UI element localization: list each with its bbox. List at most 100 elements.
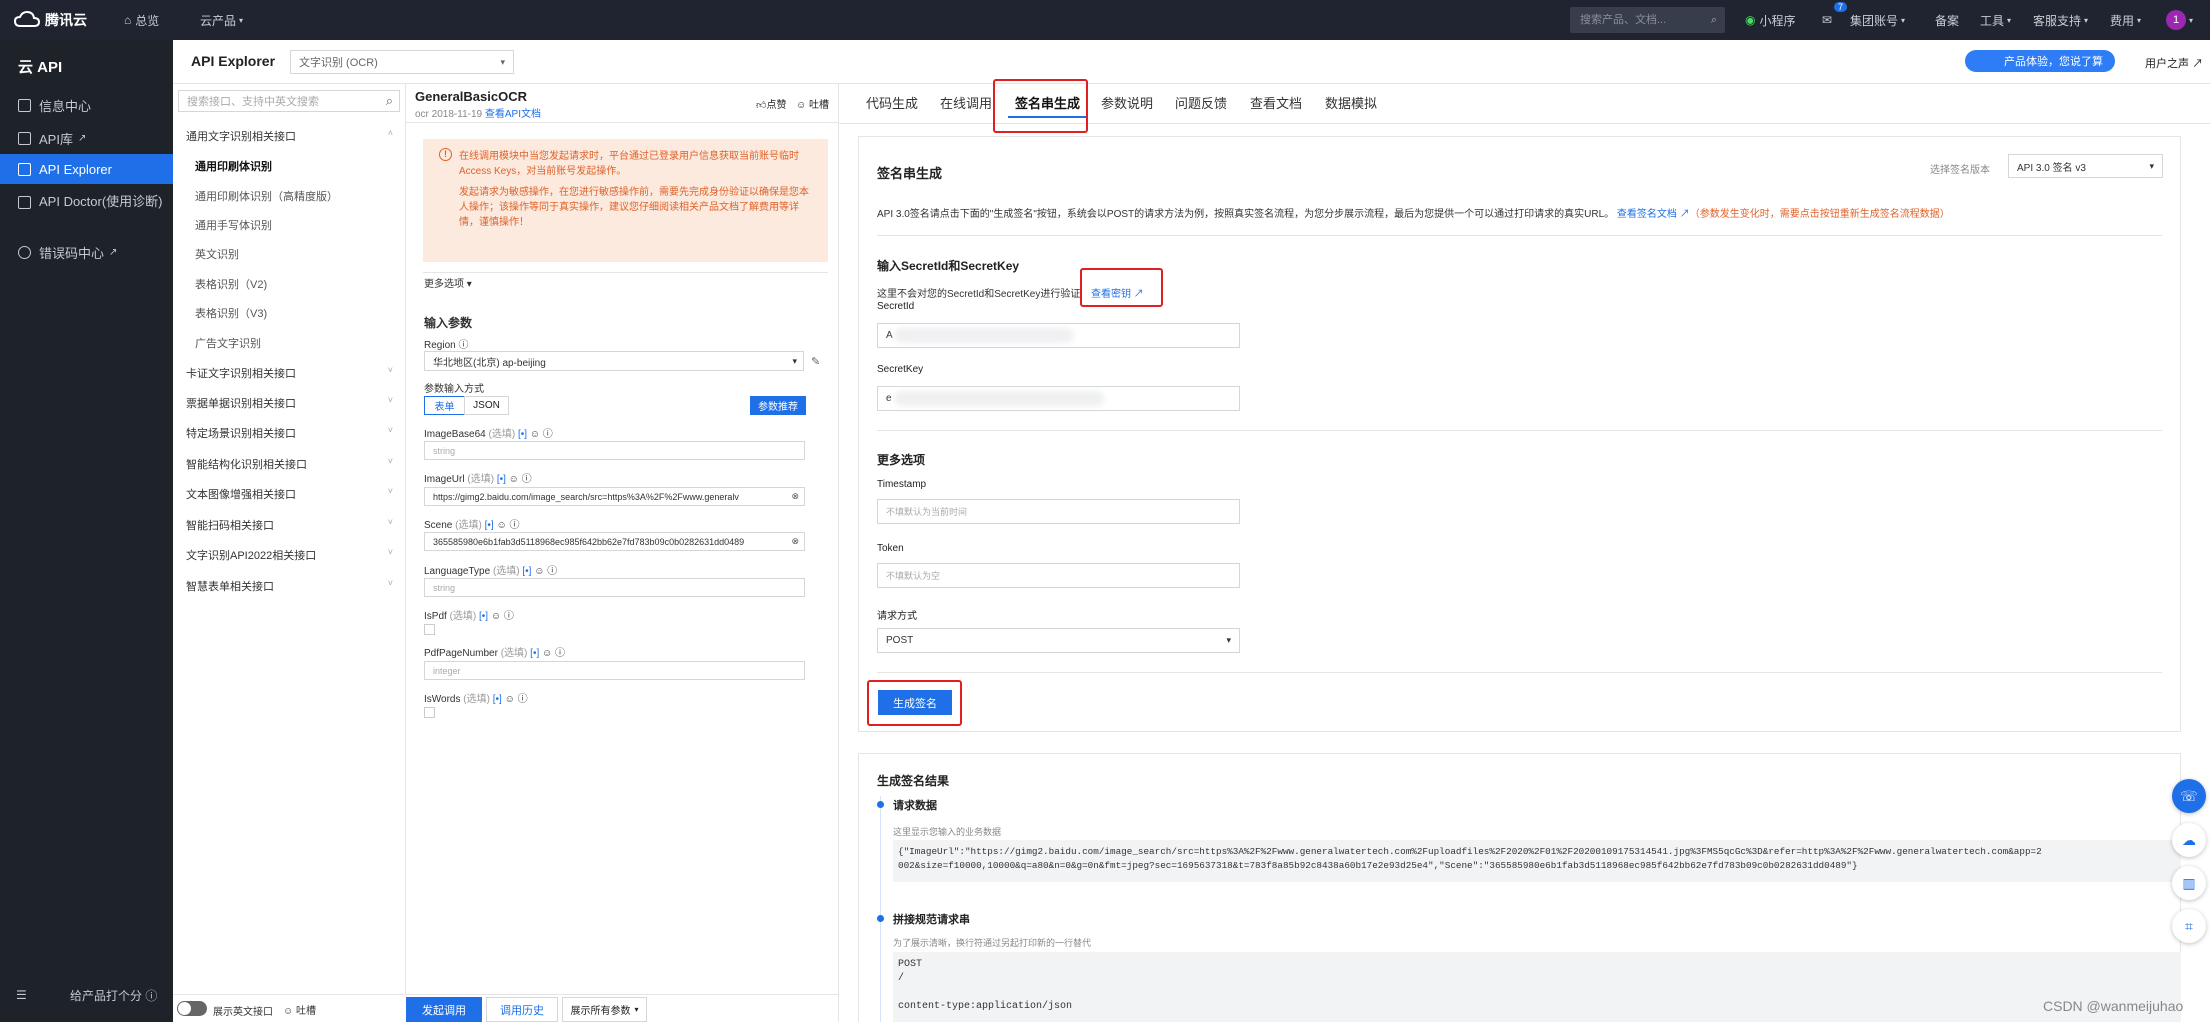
- secret-key-input[interactable]: e: [877, 386, 1240, 411]
- imagebase64-input[interactable]: string: [424, 441, 805, 460]
- tree-item[interactable]: 通用手写体识别: [195, 217, 272, 233]
- complain-button[interactable]: ☺ 吐槽: [796, 96, 829, 111]
- nav-overview-label: 总览: [135, 13, 160, 28]
- top-navbar: 腾讯云 ⌂ 总览 云产品 ▾ 搜索产品、文档... ⌕ ◉ 小程序 ✉ 7 集团账号 ▾ 备…: [0, 0, 2210, 40]
- clear-icon[interactable]: ⊗: [791, 491, 799, 502]
- tree-group[interactable]: 特定场景识别相关接口: [186, 425, 296, 441]
- like-button[interactable]: 👍︎点赞: [756, 96, 786, 111]
- tree-item-selected[interactable]: 通用印刷体识别: [195, 158, 272, 174]
- feedback-banner[interactable]: 产品体验，您说了算: [1965, 50, 2115, 72]
- history-button[interactable]: 调用历史: [486, 997, 558, 1022]
- mode-json-tab[interactable]: JSON: [464, 396, 509, 415]
- sidebar-item-api-explorer[interactable]: API Explorer: [0, 154, 173, 184]
- field-name: IsWords: [424, 694, 461, 705]
- sidebar-item-error-codes[interactable]: 错误码中心 ↗: [0, 237, 173, 267]
- imageurl-input[interactable]: https://gimg2.baidu.com/image_search/src…: [424, 487, 805, 506]
- tab-feedback[interactable]: 问题反馈: [1175, 93, 1227, 112]
- secret-note: 这里不会对您的SecretId和SecretKey进行验证: [877, 285, 1080, 300]
- secret-id-input[interactable]: A: [877, 323, 1240, 348]
- mode-form-tab[interactable]: 表单: [424, 396, 465, 415]
- tree-group[interactable]: 票据单据识别相关接口: [186, 395, 296, 411]
- nav-billing[interactable]: 费用 ▾: [2110, 0, 2141, 40]
- show-all-params-select[interactable]: 展示所有参数 ▾: [562, 997, 647, 1022]
- clear-icon[interactable]: ⊗: [791, 536, 799, 547]
- external-link-icon: ↗: [77, 132, 87, 144]
- nav-group-account[interactable]: 集团账号 ▾: [1850, 0, 1905, 40]
- search-icon[interactable]: ⌕: [386, 93, 393, 109]
- product-select[interactable]: 文字识别 (OCR) ▾: [290, 50, 514, 74]
- request-data-line: {"ImageUrl":"https://gimg2.baidu.com/ima…: [898, 846, 2042, 857]
- method-select[interactable]: POST ▾: [877, 628, 1240, 653]
- nav-mini-program[interactable]: ◉ 小程序: [1745, 0, 1796, 40]
- scan-icon[interactable]: ⌗: [2172, 909, 2206, 943]
- secret-section-title: 输入SecretId和SecretKey: [877, 259, 1020, 273]
- bracket-icon: [•]: [492, 694, 502, 705]
- cloud-icon[interactable]: ☁: [2172, 823, 2206, 857]
- pdfpagenumber-input[interactable]: integer: [424, 661, 805, 680]
- sidebar-item-info-center[interactable]: 信息中心: [0, 90, 173, 120]
- tree-item[interactable]: 英文识别: [195, 246, 239, 262]
- iswords-checkbox[interactable]: [424, 707, 435, 718]
- english-api-toggle[interactable]: [177, 1001, 207, 1016]
- tab-param-doc[interactable]: 参数说明: [1101, 93, 1153, 112]
- avatar: 1: [2166, 10, 2186, 30]
- support-chat-icon[interactable]: ☏: [2172, 779, 2206, 813]
- tree-item[interactable]: 表格识别（V2): [195, 276, 267, 292]
- recommend-params-button[interactable]: 参数推荐: [750, 396, 806, 415]
- api-meta: ocr 2018-11-19 查看API文档: [415, 105, 541, 120]
- tree-item[interactable]: 表格识别（V3): [195, 305, 267, 321]
- nav-products[interactable]: 云产品 ▾: [200, 0, 243, 40]
- step-dot: [877, 915, 884, 922]
- api-doc-link[interactable]: 查看API文档: [485, 109, 541, 120]
- chevron-down-icon: ▾: [2189, 15, 2194, 25]
- sidebar-item-api-doctor[interactable]: API Doctor(使用诊断): [0, 190, 173, 232]
- languagetype-input[interactable]: string: [424, 578, 805, 597]
- edit-icon[interactable]: ✎: [811, 355, 820, 368]
- version-select[interactable]: API 3.0 签名 v3 ▾: [2008, 154, 2163, 178]
- timestamp-input[interactable]: 不填默认为当前时间: [877, 499, 1240, 524]
- tree-group[interactable]: 智能扫码相关接口: [186, 517, 274, 533]
- message-button[interactable]: ✉ 7: [1822, 0, 1848, 40]
- bracket-icon: [•]: [496, 474, 506, 485]
- tree-item[interactable]: 广告文字识别: [195, 335, 261, 351]
- info-icon: ⓘ: [503, 611, 514, 622]
- tree-group[interactable]: 卡证文字识别相关接口: [186, 365, 296, 381]
- nav-overview[interactable]: ⌂ 总览: [124, 0, 159, 40]
- tab-docs[interactable]: 查看文档: [1250, 93, 1302, 112]
- api-search-input[interactable]: 搜索接口、支持中英文搜索 ⌕: [178, 90, 400, 112]
- nav-record[interactable]: 备案: [1935, 0, 1959, 40]
- user-avatar-button[interactable]: 1 ▾: [2166, 0, 2193, 40]
- ispdf-checkbox[interactable]: [424, 624, 435, 635]
- tab-online-call[interactable]: 在线调用: [940, 93, 992, 112]
- tree-item[interactable]: 通用印刷体识别（高精度版）: [195, 188, 338, 204]
- nav-tools[interactable]: 工具 ▾: [1980, 0, 2011, 40]
- more-options-toggle[interactable]: 更多选项 ▾: [424, 275, 472, 290]
- tree-group[interactable]: 通用文字识别相关接口: [186, 128, 296, 144]
- show-all-params-label: 展示所有参数: [570, 1006, 631, 1017]
- tree-group[interactable]: 智能结构化识别相关接口: [186, 456, 307, 472]
- global-search-input[interactable]: 搜索产品、文档... ⌕: [1570, 7, 1725, 33]
- sidebar-item-api-library[interactable]: API库 ↗: [0, 123, 173, 153]
- tab-code-gen[interactable]: 代码生成: [866, 93, 918, 112]
- book-icon[interactable]: ▥: [2172, 866, 2206, 900]
- feedback-link[interactable]: ☺ 吐槽: [283, 1002, 316, 1017]
- tree-group[interactable]: 文本图像增强相关接口: [186, 486, 296, 502]
- result-title: 生成签名结果: [877, 774, 950, 788]
- complain-label: 吐槽: [809, 100, 829, 111]
- collapse-sidebar-icon[interactable]: ☰: [16, 988, 27, 1002]
- tree-group-label: 通用文字识别相关接口: [186, 131, 296, 143]
- signature-doc-link[interactable]: 查看签名文档 ↗: [1617, 209, 1690, 220]
- tree-group[interactable]: 文字识别API2022相关接口: [186, 547, 316, 563]
- tab-mock-data[interactable]: 数据模拟: [1325, 93, 1377, 112]
- nav-support[interactable]: 客服支持 ▾: [2033, 0, 2088, 40]
- rate-product-link[interactable]: 给产品打个分 ⓘ: [70, 987, 157, 1004]
- search-icon[interactable]: ⌕: [1711, 7, 1717, 33]
- region-select[interactable]: 华北地区(北京) ap-beijing ▾: [424, 351, 804, 371]
- chevron-down-icon: ▾: [792, 355, 797, 366]
- token-input[interactable]: 不填默认为空: [877, 563, 1240, 588]
- scene-input[interactable]: 365585980e6b1fab3d5118968ec985f642bb62e7…: [424, 532, 805, 551]
- user-voice-link[interactable]: 用户之声 ↗: [2145, 55, 2203, 71]
- logo[interactable]: 腾讯云: [14, 0, 87, 40]
- tree-group[interactable]: 智慧表单相关接口: [186, 578, 274, 594]
- send-request-button[interactable]: 发起调用: [406, 997, 482, 1022]
